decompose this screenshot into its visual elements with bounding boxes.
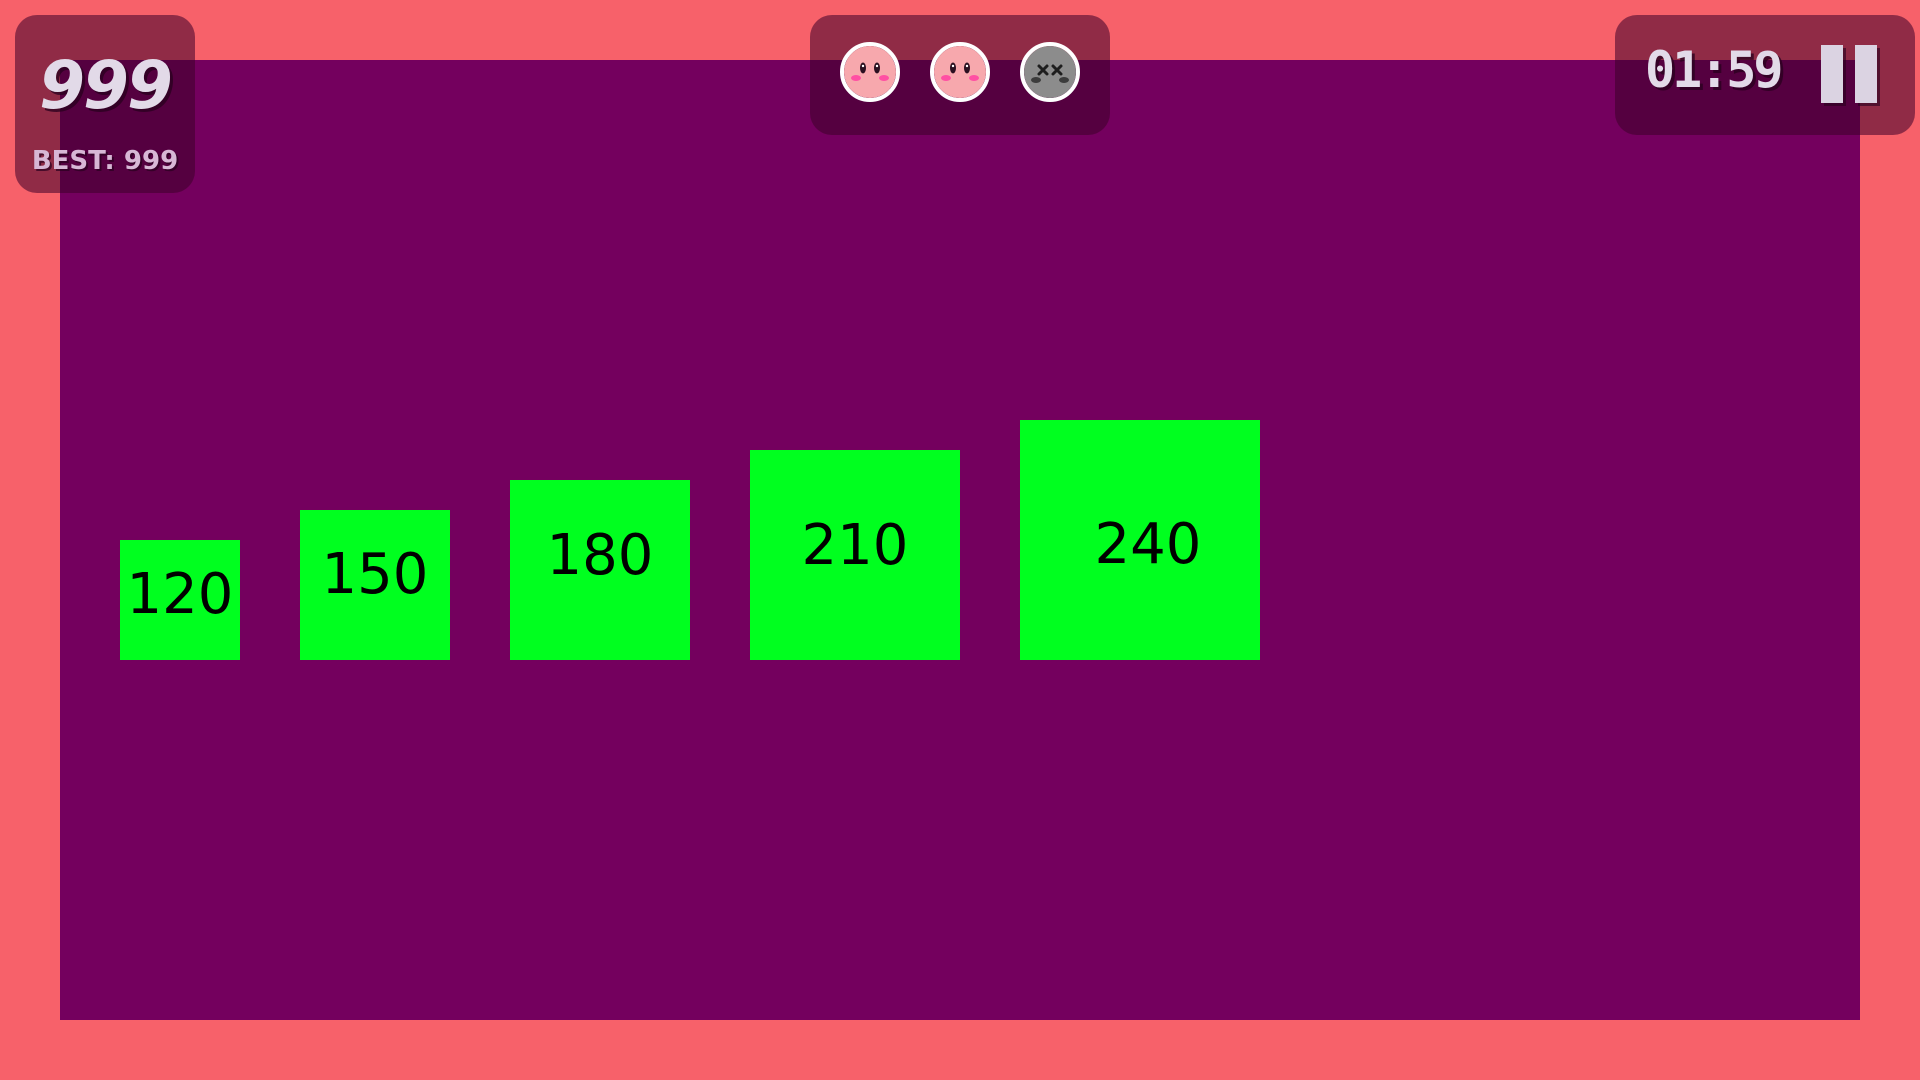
- lives-panel: [810, 15, 1110, 135]
- pink-face-icon: [934, 46, 986, 98]
- number-block-5[interactable]: 240: [1020, 420, 1260, 660]
- gray-dead-face-icon: [1024, 46, 1076, 98]
- timer-display: 01:59: [1645, 41, 1784, 99]
- best-value: 999: [123, 146, 179, 176]
- block-label: 240: [1094, 511, 1202, 577]
- number-block-3[interactable]: 180: [510, 480, 690, 660]
- block-label: 150: [321, 541, 429, 607]
- pause-bar-left: [1821, 45, 1843, 103]
- timer-panel: 01:59: [1615, 15, 1915, 135]
- number-block-2[interactable]: 150: [300, 510, 450, 660]
- best-score: BEST: 999: [15, 148, 195, 174]
- pause-button[interactable]: [1815, 43, 1885, 108]
- number-block-1[interactable]: 120: [120, 540, 240, 660]
- score-panel: 999 BEST: 999: [15, 15, 195, 193]
- number-block-4[interactable]: 210: [750, 450, 960, 660]
- life-indicator-2: [930, 42, 990, 102]
- life-indicator-1: [840, 42, 900, 102]
- life-indicator-3: [1020, 42, 1080, 102]
- best-label: BEST:: [31, 146, 115, 176]
- score-value: 999: [39, 47, 173, 124]
- block-label: 180: [546, 522, 654, 588]
- pause-bar-right: [1855, 45, 1877, 103]
- block-label: 210: [801, 512, 909, 578]
- pink-face-icon: [844, 46, 896, 98]
- block-label: 120: [126, 561, 234, 627]
